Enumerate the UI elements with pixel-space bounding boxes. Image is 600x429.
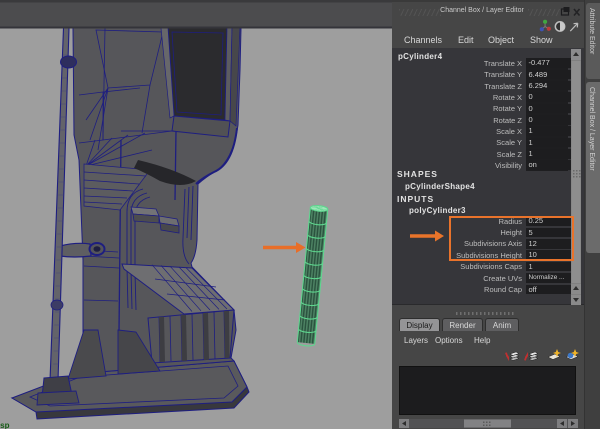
svg-text:rsp: rsp: [0, 421, 10, 429]
